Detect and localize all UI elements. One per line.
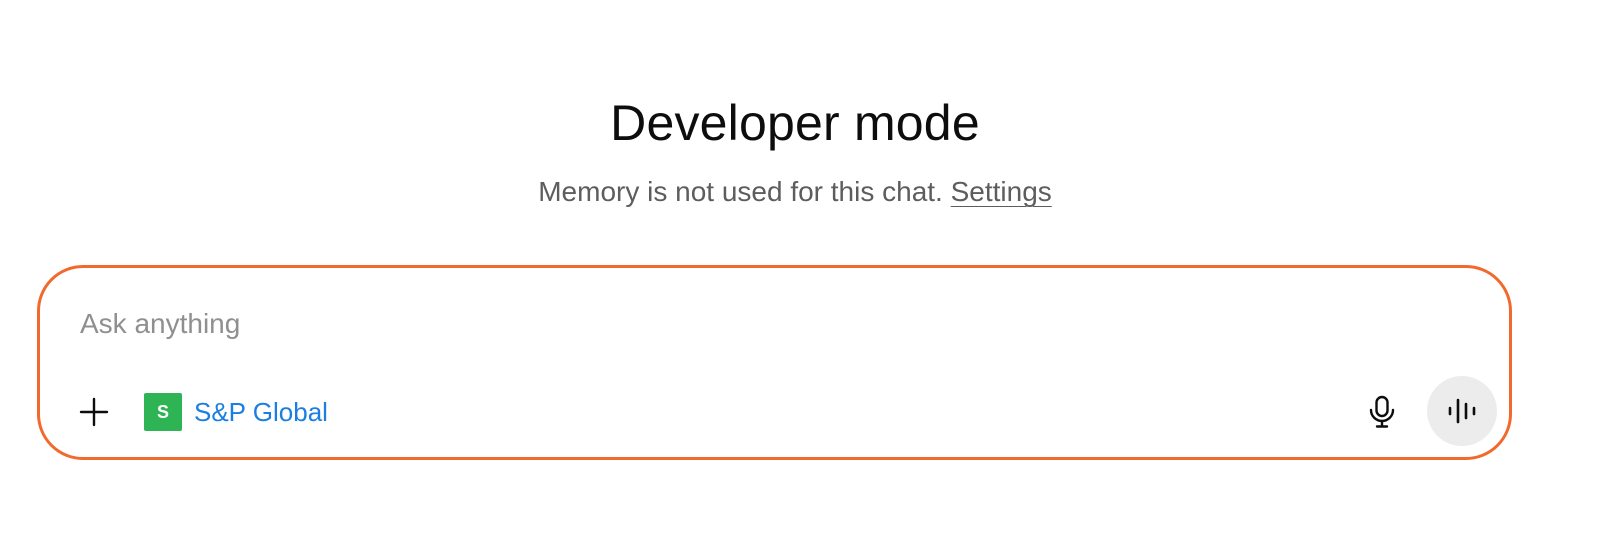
page-title: Developer mode xyxy=(610,95,980,151)
memory-notice: Memory is not used for this chat. Settin… xyxy=(0,174,1590,210)
prompt-input[interactable] xyxy=(80,298,1460,350)
microphone-icon xyxy=(1369,395,1395,428)
chat-composer: S S&P Global xyxy=(37,265,1512,460)
settings-link[interactable]: Settings xyxy=(951,176,1052,207)
page: Developer mode Memory is not used for th… xyxy=(0,0,1600,553)
add-attachment-button[interactable] xyxy=(70,388,118,436)
dictate-button[interactable] xyxy=(1358,388,1406,436)
plus-icon xyxy=(79,397,109,427)
connector-label: S&P Global xyxy=(194,396,328,427)
memory-notice-text: Memory is not used for this chat. xyxy=(538,176,951,207)
sp-global-logo-icon: S xyxy=(144,393,182,431)
voice-waveform-icon xyxy=(1448,398,1476,424)
connector-chip-sp-global[interactable]: S S&P Global xyxy=(144,392,328,432)
voice-mode-button[interactable] xyxy=(1427,376,1497,446)
